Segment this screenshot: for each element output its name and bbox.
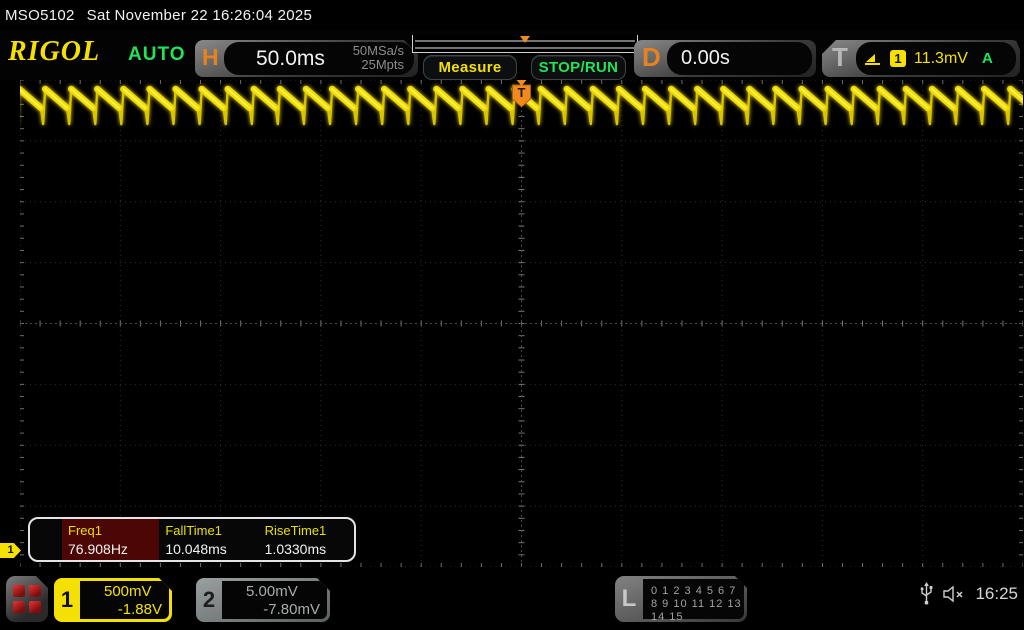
channel1-offset: -1.88V (117, 601, 162, 618)
horizontal-pill: 50.0ms 50MSa/s 25Mpts (224, 42, 414, 75)
acquisition-mode-label: AUTO (128, 44, 186, 65)
trigger-level-value: 11.3mV (914, 49, 968, 67)
delay-pill: 0.00s (667, 42, 812, 75)
channel2-values: 5.00mV -7.80mV (222, 581, 327, 619)
measurement-risetime1[interactable]: RiseTime1 1.0330ms (259, 519, 354, 560)
horizontal-position-bar[interactable] (412, 35, 638, 53)
logic-row2: 8 9 10 11 12 13 14 15 (651, 598, 742, 623)
channel1-scale: 500mV (104, 583, 152, 600)
status-icons: 16:25 (920, 582, 1018, 606)
measure-button-label: Measure (438, 59, 502, 76)
measurement-label: FallTime1 (165, 523, 222, 538)
channel1-badge: 1 (60, 587, 74, 612)
oscilloscope-screen: MSO5102 Sat November 22 16:26:04 2025 RI… (0, 0, 1024, 630)
measurement-label: RiseTime1 (264, 523, 327, 538)
waveform-display-area[interactable]: T (20, 80, 1023, 567)
header-bar: RIGOL AUTO H 50.0ms 50MSa/s 25Mpts Measu… (0, 30, 1024, 80)
windows-menu-button[interactable] (6, 576, 48, 622)
sample-rate: 50MSa/s (352, 43, 404, 58)
channel2-status-block[interactable]: 2 5.00mV -7.80mV (196, 578, 330, 622)
delaybar-waveform-preview (415, 36, 635, 49)
channel2-badge: 2 (202, 587, 216, 612)
bottom-bar: 1 500mV -1.88V 2 5.00mV -7.80mV L 0 1 2 … (0, 568, 1024, 630)
d-label: D (642, 42, 661, 72)
measurement-freq1[interactable]: Freq1 76.908Hz (62, 519, 160, 560)
channel1-offset-marker[interactable]: 1 (0, 543, 21, 558)
samplerate-memdepth: 50MSa/s 25Mpts (353, 44, 404, 72)
beeper-muted-icon (943, 585, 963, 603)
channel1-status-block[interactable]: 1 500mV -1.88V (54, 578, 172, 622)
channel2-scale: 5.00mV (246, 583, 298, 600)
model-name: MSO5102 (5, 6, 75, 24)
measurement-value: 76.908Hz (68, 541, 128, 557)
trigger-source-badge: 1 (890, 50, 906, 67)
logic-row1: 0 1 2 3 4 5 6 7 (651, 585, 737, 597)
measurement-label: Freq1 (68, 523, 102, 538)
delay-value: 0.00s (681, 47, 730, 69)
channel2-offset: -7.80mV (263, 601, 320, 618)
stop-run-button-label: STOP/RUN (538, 59, 619, 76)
clock: 16:25 (975, 584, 1018, 603)
logic-channel-numbers: 0 1 2 3 4 5 6 7 8 9 10 11 12 13 14 15 (643, 579, 744, 619)
graticule-svg: T (20, 80, 1023, 567)
svg-text:T: T (518, 85, 526, 100)
horizontal-settings-box[interactable]: H 50.0ms 50MSa/s 25Mpts (195, 40, 418, 77)
measurement-falltime1[interactable]: FallTime1 10.048ms (159, 519, 258, 560)
four-squares-icon (13, 585, 41, 613)
stop-run-button[interactable]: STOP/RUN (531, 55, 626, 80)
delay-settings-box[interactable]: D 0.00s (634, 40, 816, 77)
usb-icon (921, 582, 934, 605)
timebase-value: 50.0ms (256, 47, 325, 70)
h-label: H (202, 44, 219, 70)
top-info-bar: MSO5102 Sat November 22 16:26:04 2025 (0, 0, 1024, 30)
trigger-slope-icon (864, 51, 882, 67)
measurement-panel[interactable]: Freq1 76.908Hz FallTime1 10.048ms RiseTi… (28, 517, 356, 562)
channel1-values: 500mV -1.88V (80, 581, 169, 619)
trigger-sweep-mode: A (981, 50, 993, 67)
trigger-settings-box[interactable]: T 1 11.3mV A (822, 40, 1020, 77)
measurement-value: 1.0330ms (264, 541, 327, 557)
t-label: T (832, 42, 848, 72)
memory-depth: 25Mpts (361, 57, 404, 72)
measurement-value: 10.048ms (165, 541, 227, 557)
rigol-logo: RIGOL (8, 36, 101, 67)
trigger-pill: 1 11.3mV A (856, 42, 1016, 75)
measure-button[interactable]: Measure (423, 55, 517, 80)
datetime: Sat November 22 16:26:04 2025 (86, 6, 313, 24)
logic-channels-block[interactable]: L 0 1 2 3 4 5 6 7 8 9 10 11 12 13 14 15 (615, 576, 747, 622)
logic-label: L (621, 585, 637, 612)
